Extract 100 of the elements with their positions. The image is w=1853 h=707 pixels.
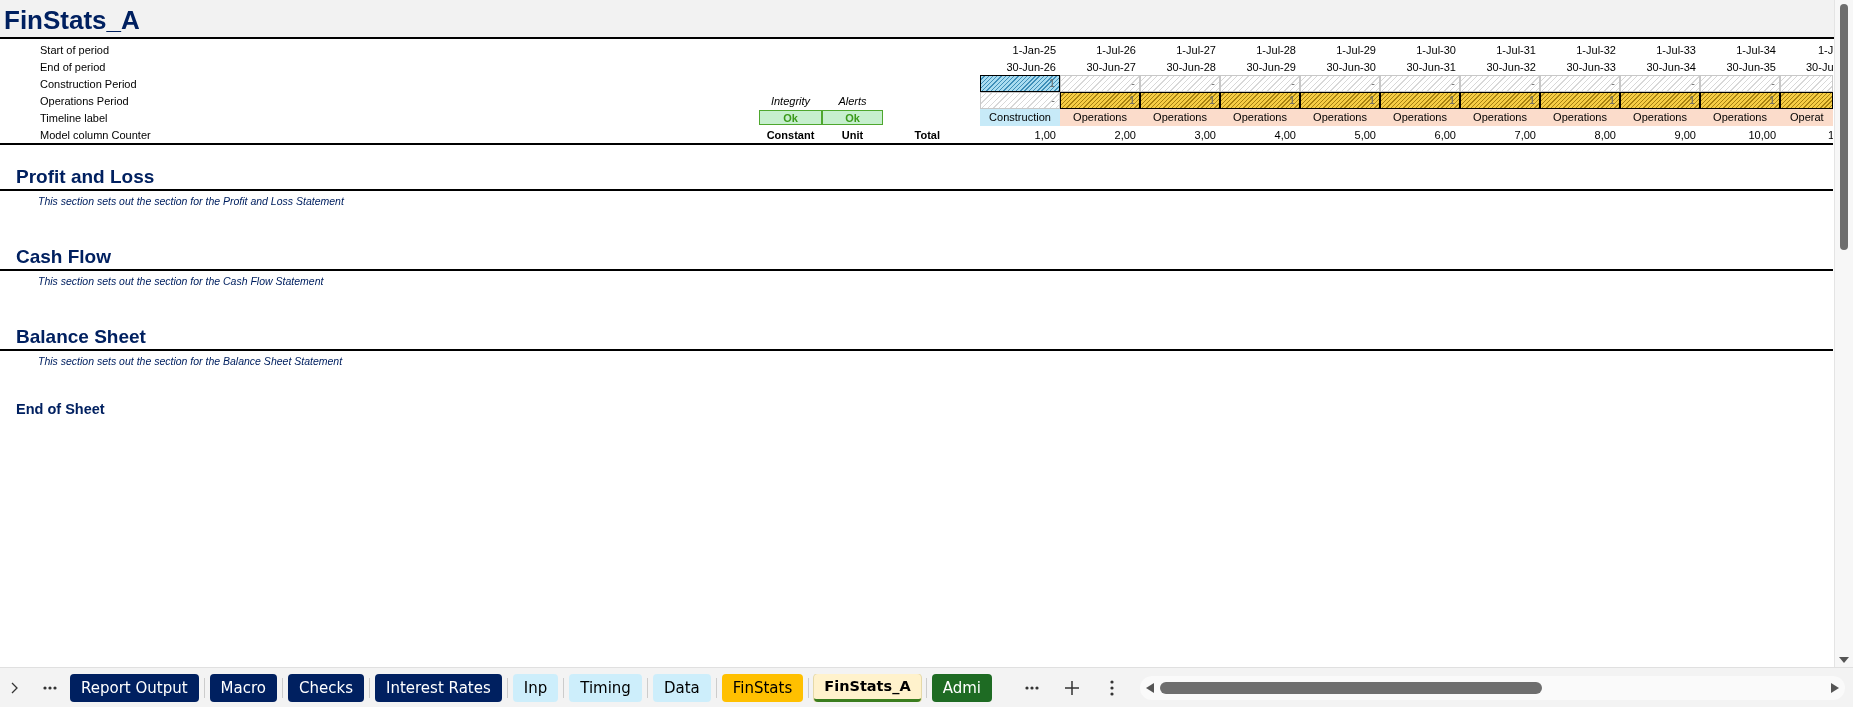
timeline-label: Operations xyxy=(1140,109,1220,126)
date-cell-text: 30-Jun-31 xyxy=(1405,60,1457,73)
flag-cell: - xyxy=(1140,75,1220,92)
date-cell-text: 1-Jan-25 xyxy=(1011,43,1057,56)
counter-cell-text: 2,00 xyxy=(1113,128,1137,141)
sheet-tab[interactable]: Data xyxy=(652,673,711,702)
flag-cell: - xyxy=(1380,75,1460,92)
date-cell-text: 30-Ju xyxy=(1805,60,1833,73)
timeline-label: Operat xyxy=(1780,109,1833,126)
row-label: Model column Counter xyxy=(40,128,152,141)
scroll-down-icon[interactable] xyxy=(1839,656,1849,664)
flag-cell: 1 xyxy=(1620,92,1700,109)
date-cell-text: 30-Jun-27 xyxy=(1085,60,1137,73)
section-heading: Balance Sheet xyxy=(15,325,146,349)
timeline-label: Operations xyxy=(1060,109,1140,126)
timeline-label: Operations xyxy=(1700,109,1780,126)
column-header: Alerts xyxy=(837,94,868,107)
date-cell-text: 30-Jun-26 xyxy=(1005,60,1057,73)
counter-cell-text: 4,00 xyxy=(1273,128,1297,141)
timeline-label: Operations xyxy=(1620,109,1700,126)
flag-cell: 1 xyxy=(1060,92,1140,109)
date-cell-text: 30-Jun-35 xyxy=(1725,60,1777,73)
status-cell: Ok xyxy=(759,110,822,125)
sheet-tab[interactable]: Inp xyxy=(512,673,559,702)
section-description: This section sets out the section for the Profit and Loss Statement xyxy=(38,195,344,207)
flag-cell: - xyxy=(1300,75,1380,92)
counter-cell-text: 6,00 xyxy=(1433,128,1457,141)
row-label: Operations Period xyxy=(40,94,130,107)
flag-cell: 1 xyxy=(1460,92,1540,109)
date-cell-text: 1-Jul-30 xyxy=(1415,43,1457,56)
counter-cell-text: 3,00 xyxy=(1193,128,1217,141)
end-label: End of Sheet xyxy=(16,401,105,417)
flag-cell: 1 xyxy=(1700,92,1780,109)
row-label: Start of period xyxy=(40,43,111,56)
flag-cell: 1 xyxy=(1380,92,1460,109)
counter-cell-text: 8,00 xyxy=(1593,128,1617,141)
flag-cell: 1 xyxy=(980,75,1060,92)
counter-cell-text: 1,00 xyxy=(1033,128,1057,141)
date-cell-text: 1-J xyxy=(1817,43,1833,56)
sheet-tab[interactable]: Admi xyxy=(931,673,992,702)
sheet-title: FinStats_A xyxy=(3,5,140,36)
counter-cell-text: 10,00 xyxy=(1747,128,1777,141)
timeline-label: Operations xyxy=(1380,109,1460,126)
date-cell-text: 30-Jun-32 xyxy=(1485,60,1537,73)
flag-cell: - xyxy=(980,92,1060,109)
flag-cell: 1 xyxy=(1540,92,1620,109)
date-cell-text: 1-Jul-34 xyxy=(1735,43,1777,56)
date-cell-text: 1-Jul-29 xyxy=(1335,43,1377,56)
vertical-more-icon[interactable] xyxy=(1110,679,1114,696)
flag-cell: 1 xyxy=(1300,92,1380,109)
sheet-tab[interactable]: Interest Rates xyxy=(375,673,502,702)
sheet-tab[interactable]: FinStats xyxy=(721,673,804,702)
scroll-left-icon[interactable] xyxy=(1146,682,1154,693)
section-heading: Cash Flow xyxy=(15,245,111,269)
sheet-tab[interactable]: FinStats_A xyxy=(814,673,921,702)
date-cell-text: 1-Jul-27 xyxy=(1175,43,1217,56)
flag-cell: 1 xyxy=(1140,92,1220,109)
counter-cell-text: 5,00 xyxy=(1353,128,1377,141)
timeline-label: Operations xyxy=(1300,109,1380,126)
status-cell: Ok xyxy=(822,110,883,125)
sheet-tab[interactable]: Checks xyxy=(288,673,364,702)
timeline-label: Operations xyxy=(1220,109,1300,126)
sheet-tab[interactable]: Macro xyxy=(209,673,277,702)
date-cell-text: 30-Jun-34 xyxy=(1645,60,1697,73)
column-header: Integrity xyxy=(769,94,812,107)
scroll-right-icon[interactable] xyxy=(1831,682,1839,693)
section-heading: Profit and Loss xyxy=(15,165,155,189)
section-description: This section sets out the section for the Balance Sheet Statement xyxy=(38,355,343,367)
more-icon[interactable] xyxy=(1025,685,1039,690)
flag-cell: 1 xyxy=(1220,92,1300,109)
scrollbar-thumb[interactable] xyxy=(1160,681,1542,694)
date-cell-text: 1-Jul-28 xyxy=(1255,43,1297,56)
counter-cell-text: 7,00 xyxy=(1513,128,1537,141)
sheet-tab[interactable]: Timing xyxy=(569,673,642,702)
timeline-label: Construction xyxy=(980,109,1060,126)
date-cell-text: 30-Jun-30 xyxy=(1325,60,1377,73)
flag-cell: - xyxy=(1060,75,1140,92)
row-label: Construction Period xyxy=(40,77,138,90)
section-description: This section sets out the section for the Cash Flow Statement xyxy=(38,275,324,287)
sheet-tab[interactable]: Report Output xyxy=(70,673,199,702)
flag-cell: - xyxy=(1700,75,1780,92)
chevron-right-icon[interactable] xyxy=(11,681,19,694)
more-icon[interactable] xyxy=(43,685,57,690)
date-cell-text: 1-Jul-32 xyxy=(1575,43,1617,56)
counter-cell-text: 1 xyxy=(1827,128,1833,141)
flag-cell: - xyxy=(1540,75,1620,92)
flag-cell: - xyxy=(1620,75,1700,92)
date-cell-text: 1-Jul-26 xyxy=(1095,43,1137,56)
row-label: Timeline label xyxy=(40,111,109,124)
add-icon[interactable] xyxy=(1064,679,1080,696)
counter-cell-text: 9,00 xyxy=(1673,128,1697,141)
timeline-label: Operations xyxy=(1540,109,1620,126)
date-cell-text: 30-Jun-28 xyxy=(1165,60,1217,73)
date-cell-text: 1-Jul-31 xyxy=(1495,43,1537,56)
scrollbar-thumb[interactable] xyxy=(1840,4,1848,250)
date-cell-text: 1-Jul-33 xyxy=(1655,43,1697,56)
row-label: End of period xyxy=(40,60,107,73)
flag-cell: - xyxy=(1220,75,1300,92)
column-header: Constant xyxy=(765,128,816,141)
timeline-label: Operations xyxy=(1460,109,1540,126)
